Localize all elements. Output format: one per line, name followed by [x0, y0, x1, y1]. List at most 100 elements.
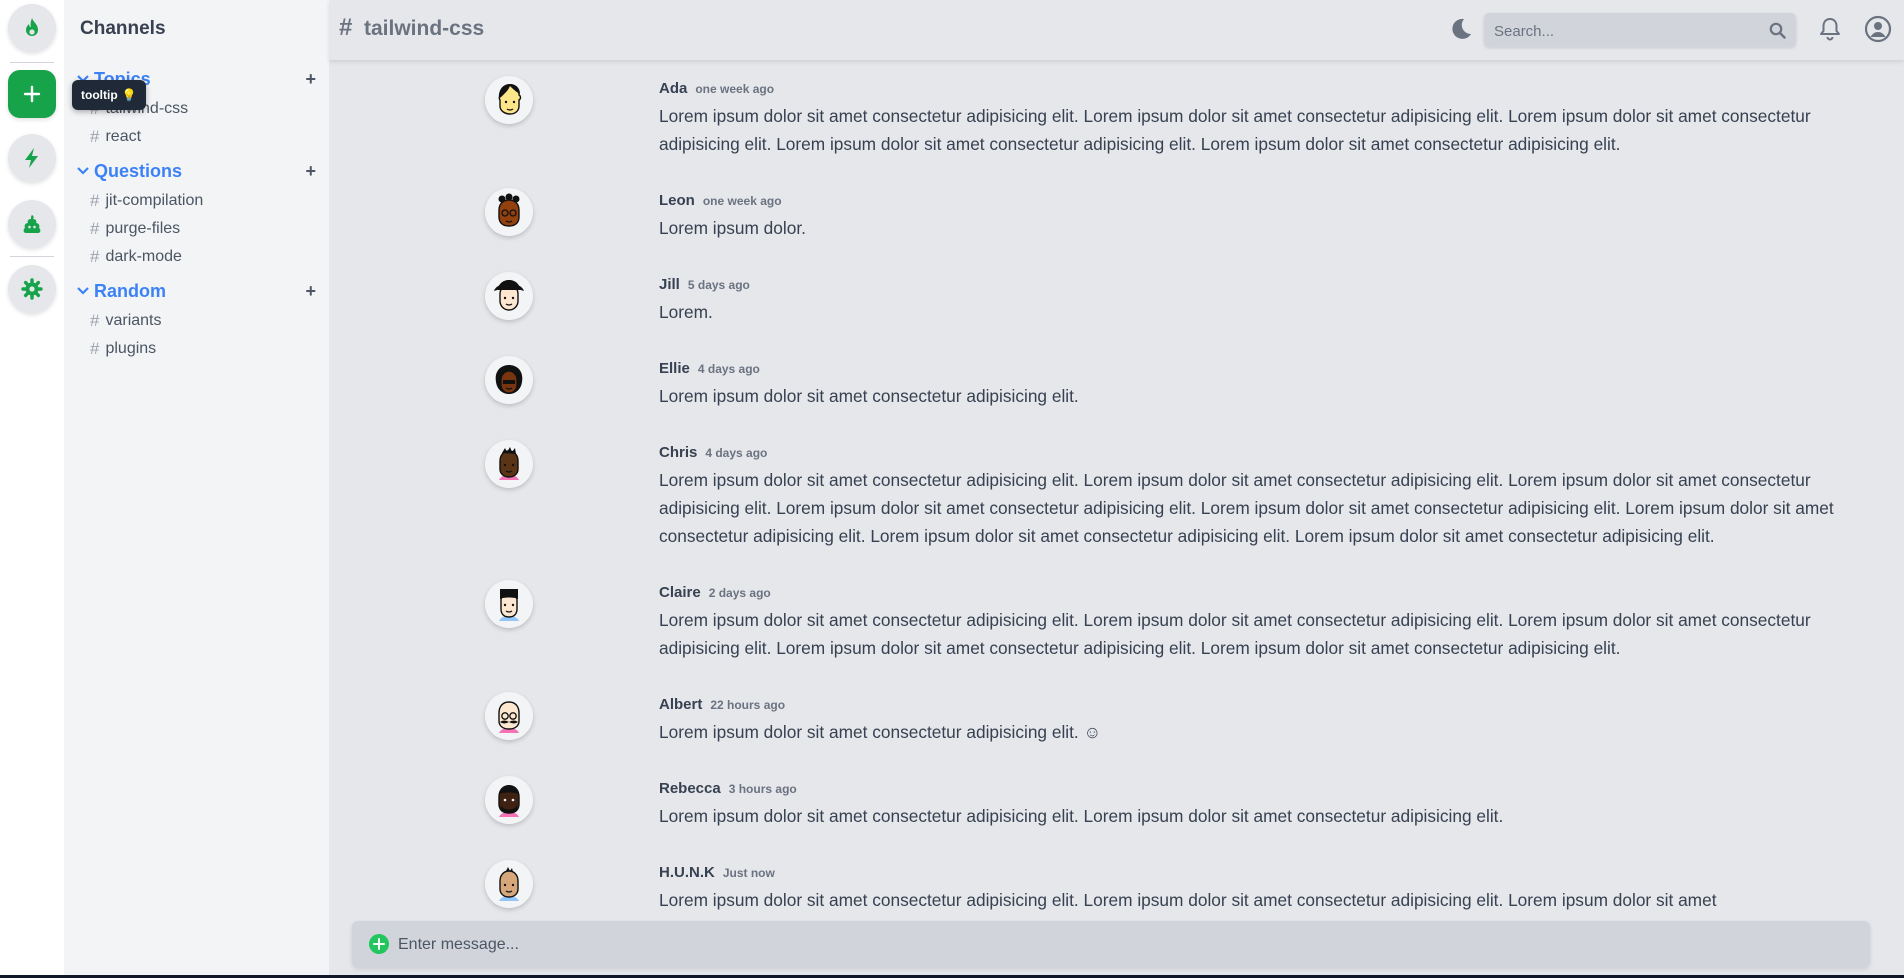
channel-item[interactable]: # dark-mode	[90, 246, 182, 268]
author-name[interactable]: Albert	[659, 696, 702, 713]
channel-label: jit-compilation	[105, 192, 204, 209]
avatar	[485, 76, 533, 124]
moon-icon[interactable]	[1447, 16, 1473, 42]
rail-divider	[10, 62, 54, 63]
channel-item[interactable]: # jit-compilation	[90, 190, 203, 212]
message-time: 2 days ago	[708, 586, 771, 600]
search-input[interactable]	[1484, 13, 1766, 49]
message-header: Leon one week ago	[659, 192, 782, 209]
tooltip: tooltip 💡	[72, 80, 146, 110]
channel-item[interactable]: # plugins	[90, 338, 156, 360]
author-name[interactable]: Ellie	[659, 360, 690, 377]
message-composer	[352, 921, 1870, 969]
message-time: one week ago	[695, 82, 775, 96]
search-box	[1484, 13, 1796, 49]
channel-label: react	[105, 128, 142, 145]
icon-rail	[0, 0, 64, 978]
hash-icon: #	[90, 339, 100, 358]
chevron-down-icon	[77, 287, 89, 295]
group-name: Random	[94, 280, 166, 301]
add-channel-button[interactable]: +	[305, 161, 316, 182]
avatar	[485, 356, 533, 404]
avatar	[485, 692, 533, 740]
author-name[interactable]: Claire	[659, 584, 701, 601]
bolt-button[interactable]	[8, 134, 56, 182]
message-list: Ada one week ago Lorem ipsum dolor sit am…	[329, 60, 1904, 920]
message-text: Lorem ipsum dolor sit amet consectetur a…	[659, 890, 1717, 910]
hash-icon: #	[339, 14, 353, 41]
poop-button[interactable]	[8, 200, 56, 248]
avatar	[485, 776, 533, 824]
message-text: Lorem ipsum dolor sit amet consectetur a…	[659, 610, 1811, 658]
message-time: one week ago	[702, 194, 782, 208]
message-time: 22 hours ago	[710, 698, 786, 712]
author-name[interactable]: Jill	[659, 276, 680, 293]
author-name[interactable]: H.U.N.K	[659, 864, 715, 881]
add-attachment-icon[interactable]	[368, 933, 390, 955]
add-channel-button[interactable]: +	[305, 69, 316, 90]
channel-label: plugins	[105, 340, 157, 357]
fire-icon	[26, 18, 38, 36]
hash-icon: #	[90, 127, 100, 146]
hash-icon: #	[90, 219, 100, 238]
message-time: 4 days ago	[705, 446, 768, 460]
message-text: Lorem ipsum dolor sit amet consectetur a…	[659, 386, 1079, 406]
message-header: Ellie 4 days ago	[659, 360, 760, 377]
lightbulb-icon: 💡	[121, 88, 137, 102]
channel-item[interactable]: # variants	[90, 310, 162, 332]
plus-icon	[23, 85, 41, 103]
group-questions[interactable]: Questions +	[76, 159, 316, 183]
hash-icon: #	[90, 247, 100, 266]
message-header: Rebecca 3 hours ago	[659, 780, 797, 797]
add-channel-button[interactable]: +	[305, 281, 316, 302]
message-text: Lorem ipsum dolor sit amet consectetur a…	[659, 470, 1834, 546]
user-circle-icon[interactable]	[1864, 15, 1892, 43]
settings-button[interactable]	[8, 265, 56, 313]
message-text: Lorem ipsum dolor sit amet consectetur a…	[659, 106, 1811, 154]
poop-icon	[23, 215, 41, 233]
message-input[interactable]	[396, 921, 1850, 969]
message-header: Jill 5 days ago	[659, 276, 750, 293]
bolt-icon	[25, 148, 38, 168]
channel-label: dark-mode	[105, 248, 182, 265]
message-header: Chris 4 days ago	[659, 444, 767, 461]
home-button[interactable]	[8, 4, 56, 52]
channel-title: tailwind-css	[364, 17, 485, 40]
avatar	[485, 860, 533, 908]
chevron-down-icon	[77, 167, 89, 175]
message-time: 3 hours ago	[728, 782, 797, 796]
channel-item[interactable]: # purge-files	[90, 218, 180, 240]
add-button[interactable]	[8, 70, 56, 118]
author-name[interactable]: Leon	[659, 192, 695, 209]
message-time: 5 days ago	[687, 278, 750, 292]
message-text: Lorem.	[659, 302, 713, 322]
avatar	[485, 580, 533, 628]
message-header: Ada one week ago	[659, 80, 774, 97]
hash-icon: #	[90, 191, 100, 210]
search-icon[interactable]	[1769, 22, 1786, 39]
gear-icon	[21, 278, 43, 300]
top-bar: # tailwind-css	[329, 0, 1904, 60]
group-name: Questions	[94, 160, 183, 181]
message-text: Lorem ipsum dolor sit amet consectetur a…	[659, 722, 1102, 742]
tooltip-text: tooltip	[81, 88, 118, 102]
message-header: Albert 22 hours ago	[659, 696, 785, 713]
avatar	[485, 440, 533, 488]
bell-icon[interactable]	[1817, 16, 1843, 42]
author-name[interactable]: Rebecca	[659, 780, 721, 797]
message-header: Claire 2 days ago	[659, 584, 771, 601]
message-text: Lorem ipsum dolor sit amet consectetur a…	[659, 806, 1504, 826]
author-name[interactable]: Ada	[659, 80, 687, 97]
hash-icon: #	[90, 311, 100, 330]
rail-divider	[10, 256, 54, 257]
avatar	[485, 188, 533, 236]
sidebar-title: Channels	[80, 18, 166, 39]
message-time: Just now	[722, 866, 775, 880]
channel-label: purge-files	[105, 220, 181, 237]
group-random[interactable]: Random +	[76, 279, 316, 303]
author-name[interactable]: Chris	[659, 444, 697, 461]
message-time: 4 days ago	[697, 362, 760, 376]
channel-label: variants	[105, 312, 162, 329]
channel-item[interactable]: # react	[90, 126, 141, 148]
message-text: Lorem ipsum dolor.	[659, 218, 806, 238]
